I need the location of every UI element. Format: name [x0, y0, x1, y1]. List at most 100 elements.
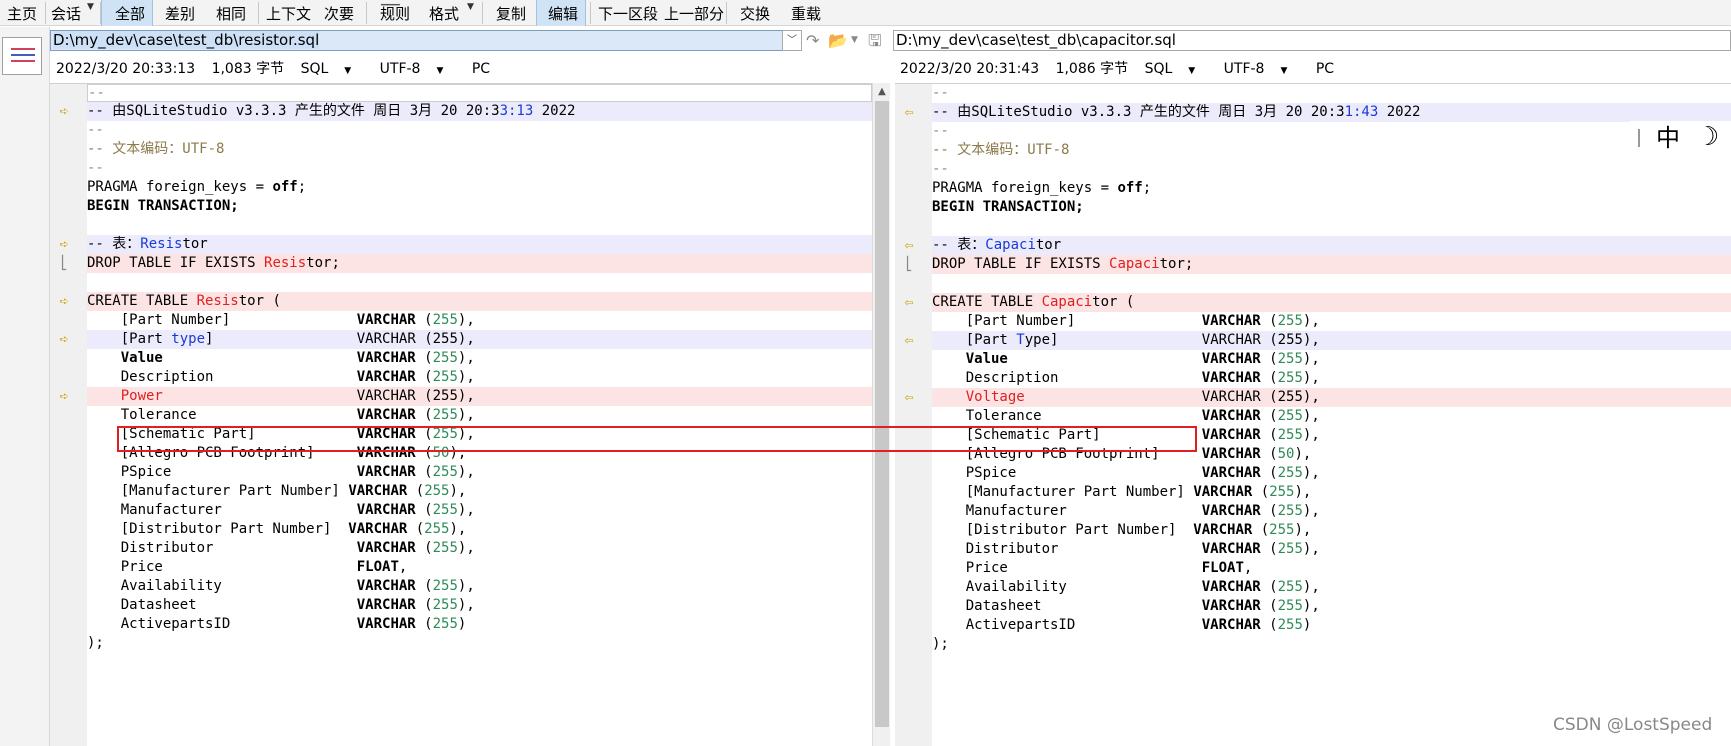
- column-type: VARCHAR: [1201, 465, 1261, 481]
- diff-arrow-icon[interactable]: ➪: [54, 330, 74, 349]
- column-padding: [1101, 427, 1202, 443]
- ime-language[interactable]: 中: [1656, 125, 1680, 151]
- column-padding: [1058, 370, 1201, 386]
- left-encoding-select[interactable]: UTF-8 ▼: [380, 61, 456, 77]
- right-path-input[interactable]: D:\my_dev\case\test_db\capacitor.sql: [893, 30, 1731, 51]
- left-path-dropdown-icon[interactable]: ﹀: [782, 30, 802, 51]
- diff-arrow-left-icon[interactable]: ⇦: [899, 331, 919, 350]
- ime-indicator[interactable]: 中 ☽: [1630, 121, 1731, 155]
- column-name: Price: [932, 560, 1008, 576]
- column-line: Price FLOAT,: [932, 559, 1731, 578]
- code-token: (: [1260, 351, 1278, 367]
- code-token: (: [415, 388, 433, 404]
- column-padding: [230, 616, 356, 632]
- toolbar-swap[interactable]: 交换: [740, 0, 770, 26]
- ime-drag-handle[interactable]: [1638, 129, 1640, 147]
- right-line-ending[interactable]: PC: [1316, 61, 1334, 77]
- left-format-select[interactable]: SQL ▼: [301, 61, 364, 77]
- save-icon[interactable]: 🖫: [868, 30, 882, 51]
- column-padding: [331, 521, 348, 537]
- column-line: ⇦ [Part Type] VARCHAR (255),: [904, 331, 1731, 350]
- code-token: ),: [457, 350, 475, 366]
- right-path-text: D:\my_dev\case\test_db\capacitor.sql: [896, 31, 1176, 49]
- toolbar-home[interactable]: 主页: [7, 0, 37, 26]
- session-dropdown-icon[interactable]: ▼: [87, 2, 94, 12]
- diff-arrow-left-icon[interactable]: ⇦: [899, 293, 919, 312]
- left-arrow-icon[interactable]: ↷: [806, 30, 819, 51]
- toolbar-all[interactable]: 全部: [101, 0, 153, 26]
- right-editor-pane[interactable]: -- ⇦ -- 由SQLiteStudio v3.3.3 产生的文件 周日 3月 …: [895, 83, 1731, 746]
- column-size: 255: [432, 616, 458, 632]
- column-line: Tolerance VARCHAR (255),: [932, 407, 1731, 426]
- open-folder-icon[interactable]: 📂: [828, 30, 848, 51]
- code-token: (: [415, 312, 433, 328]
- toolbar-minor[interactable]: 次要: [324, 0, 354, 26]
- column-line: Description VARCHAR (255),: [932, 369, 1731, 388]
- column-line: [Schematic Part] VARCHAR (255),: [87, 425, 872, 444]
- open-folder-dropdown-icon[interactable]: ▼: [851, 30, 858, 51]
- format-dropdown-icon[interactable]: ▼: [467, 2, 474, 12]
- toolbar-format[interactable]: 格式: [429, 0, 459, 26]
- toolbar-diffs[interactable]: 差别: [165, 0, 195, 26]
- column-type: VARCHAR: [356, 312, 416, 328]
- column-size: 50: [1277, 446, 1295, 462]
- column-name: Value: [932, 351, 1008, 367]
- toolbar-next-section[interactable]: 下一区段: [598, 0, 658, 26]
- code-line: PRAGMA foreign_keys = off;: [932, 180, 1152, 196]
- column-type: VARCHAR: [1201, 541, 1261, 557]
- column-size: 255: [1277, 332, 1303, 348]
- diff-bracket-icon: ⎣: [905, 257, 913, 272]
- code-token: ),: [1302, 503, 1320, 519]
- toolbar-separator: [482, 2, 483, 24]
- diff-arrow-left-icon[interactable]: ⇦: [899, 388, 919, 407]
- code-token: ),: [1302, 598, 1320, 614]
- toolbar-same[interactable]: 相同: [216, 0, 246, 26]
- left-path-input[interactable]: D:\my_dev\case\test_db\resistor.sql: [50, 30, 802, 51]
- diff-arrow-icon[interactable]: ➪: [54, 292, 74, 311]
- diff-arrow-left-icon[interactable]: ⇦: [899, 236, 919, 255]
- column-type: VARCHAR: [1201, 313, 1261, 329]
- left-editor-pane[interactable]: -- ➪ -- 由SQLiteStudio v3.3.3 产生的文件 周日 3月 …: [50, 83, 872, 746]
- toolbar-edit[interactable]: 编辑: [536, 0, 586, 26]
- vertical-scrollbar[interactable]: ▲: [872, 83, 890, 746]
- left-line-ending[interactable]: PC: [472, 61, 490, 77]
- diff-arrow-icon[interactable]: ➪: [54, 235, 74, 254]
- column-name-diff: T: [1016, 332, 1025, 348]
- diff-arrow-left-icon[interactable]: ⇦: [899, 103, 919, 122]
- code-line: ⇦ -- 表：Capacitor: [904, 236, 1731, 255]
- code-token: (: [415, 426, 433, 442]
- right-format-select[interactable]: SQL ▼: [1145, 61, 1208, 77]
- toolbar-rules[interactable]: 规则: [380, 0, 410, 26]
- diff-arrow-icon[interactable]: ➪: [54, 387, 74, 406]
- column-size: 255: [432, 597, 458, 613]
- column-size: 255: [432, 331, 458, 347]
- column-type: VARCHAR: [356, 540, 416, 556]
- moon-icon[interactable]: ☽: [1696, 123, 1719, 151]
- toolbar-context[interactable]: 上下文: [266, 0, 311, 26]
- toolbar-reload[interactable]: 重载: [791, 0, 821, 26]
- code-token: ),: [1302, 332, 1320, 348]
- compare-file-icon[interactable]: [2, 37, 42, 75]
- right-columns: [Part Number] VARCHAR (255), ⇦ [Part Type…: [904, 312, 1731, 635]
- right-encoding-select[interactable]: UTF-8 ▼: [1224, 61, 1300, 77]
- column-name-diff: Power: [87, 388, 163, 404]
- column-name: ActivepartsID: [87, 616, 231, 632]
- column-padding: [213, 331, 356, 347]
- column-type: VARCHAR: [1201, 332, 1261, 348]
- scroll-up-icon[interactable]: ▲: [873, 83, 891, 101]
- right-timestamp: 2022/3/20 20:31:43: [900, 61, 1040, 77]
- left-marker-column: [50, 84, 87, 746]
- column-name: Distributor: [87, 540, 214, 556]
- code-line: PRAGMA foreign_keys = off;: [87, 179, 307, 195]
- column-padding: [163, 388, 357, 404]
- toolbar-session[interactable]: 会话: [51, 0, 81, 26]
- column-size: 255: [1277, 408, 1303, 424]
- toolbar-prev-section[interactable]: 上一部分: [664, 0, 724, 26]
- column-padding: [222, 578, 357, 594]
- column-padding: [163, 559, 357, 575]
- scrollbar-thumb[interactable]: [875, 101, 889, 727]
- column-line: [Part Number] VARCHAR (255),: [932, 312, 1731, 331]
- left-filesize: 1,083 字节: [211, 61, 285, 77]
- diff-arrow-icon[interactable]: ➪: [54, 102, 74, 121]
- toolbar-copy[interactable]: 复制: [496, 0, 526, 26]
